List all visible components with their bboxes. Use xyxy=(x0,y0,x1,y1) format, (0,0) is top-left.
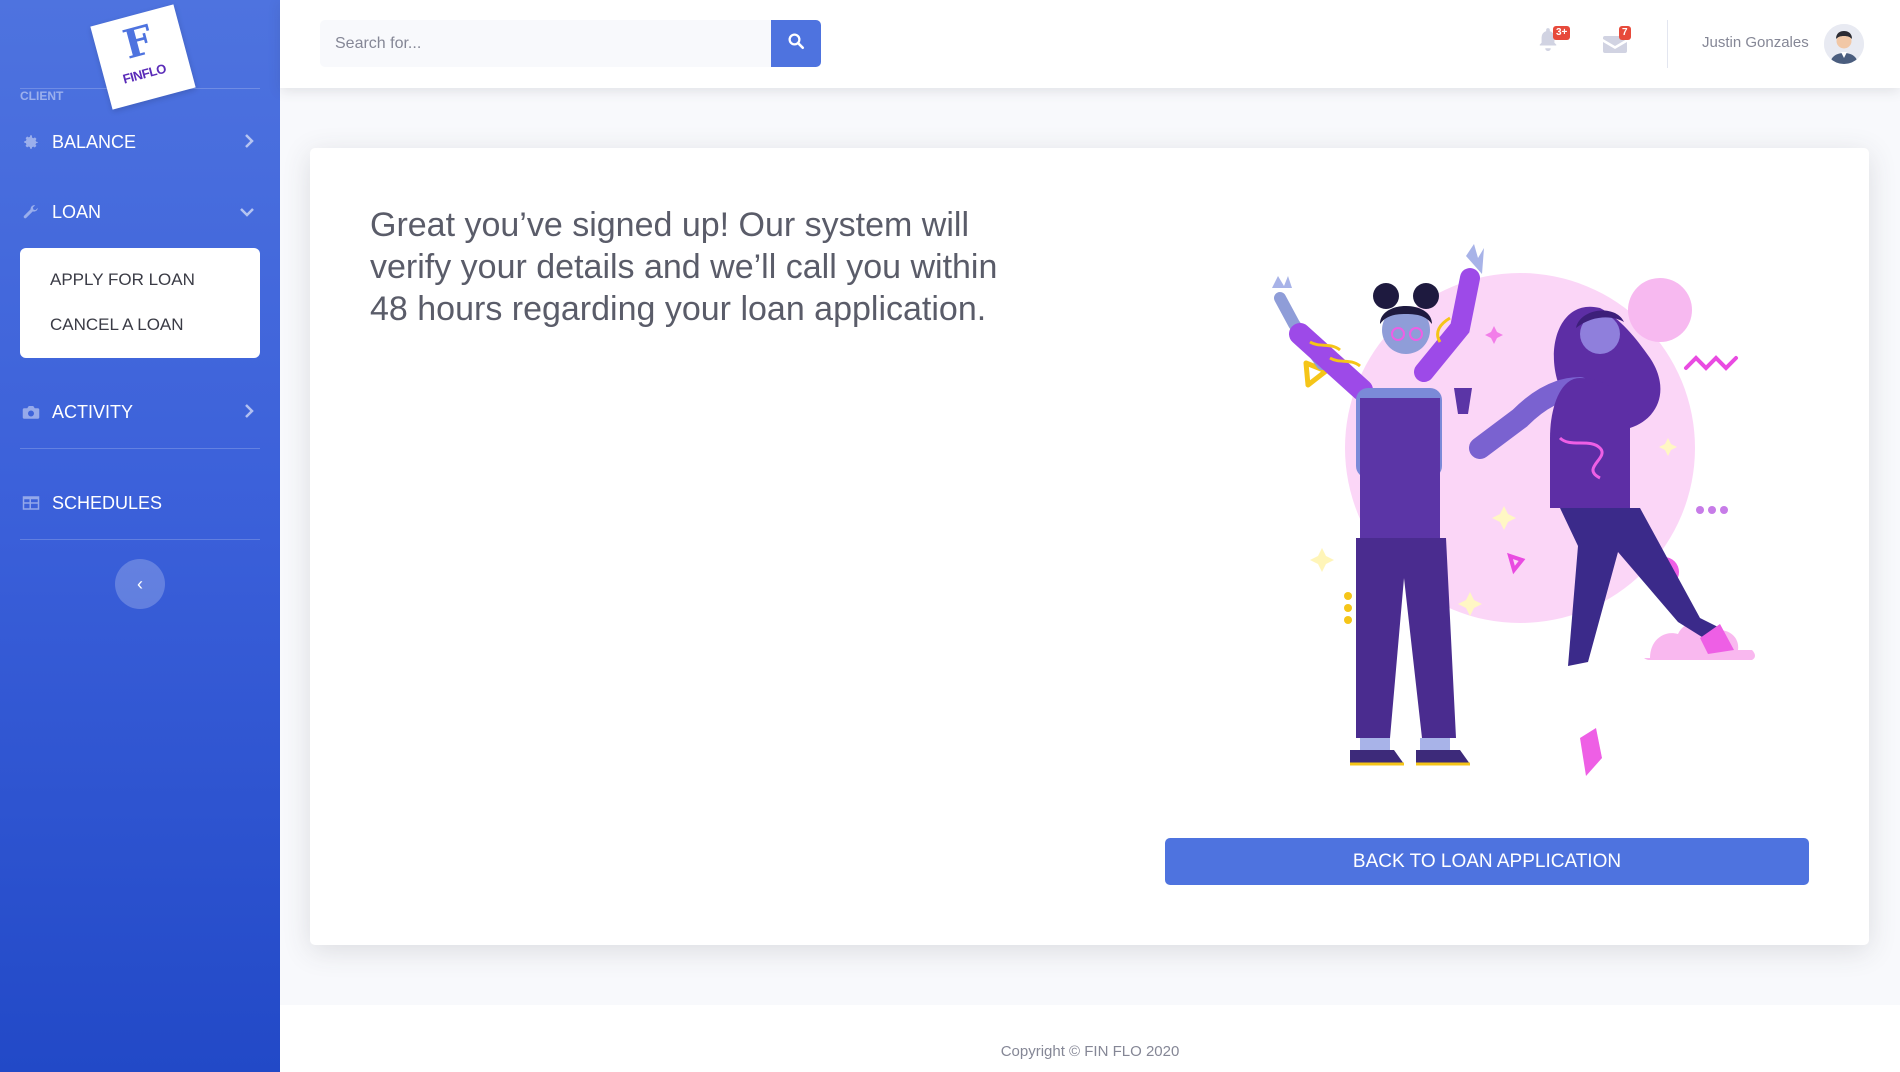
sidebar-item-label: ACTIVITY xyxy=(52,401,134,422)
copyright-text: Copyright © FIN FLO 2020 xyxy=(1000,1043,1180,1060)
alerts-button[interactable]: 3+ xyxy=(1537,26,1571,58)
sidebar-item-schedules[interactable]: SCHEDULES xyxy=(20,483,260,523)
search-input[interactable] xyxy=(320,20,772,67)
sidebar-item-balance[interactable]: BALANCE xyxy=(20,122,260,162)
search-icon xyxy=(787,32,805,55)
sidebar-item-label: BALANCE xyxy=(52,131,137,152)
messages-badge: 7 xyxy=(1619,26,1631,40)
sidebar-divider xyxy=(20,539,260,540)
signup-confirmation-message: Great you’ve signed up! Our system will … xyxy=(370,206,998,328)
search-button[interactable] xyxy=(771,20,821,67)
chevron-right-icon xyxy=(244,133,254,151)
sidebar: F FINFLO CLIENT BALANCE LOAN APPLY FOR L… xyxy=(0,0,280,1072)
topbar-divider xyxy=(1667,20,1668,68)
submenu-apply-for-loan[interactable]: APPLY FOR LOAN xyxy=(50,270,195,290)
camera-icon xyxy=(20,404,42,420)
sidebar-item-label: SCHEDULES xyxy=(52,492,163,513)
gear-icon xyxy=(20,133,42,151)
topbar: 3+ 7 Justin Gonzales xyxy=(280,0,1900,88)
user-name[interactable]: Justin Gonzales xyxy=(1702,34,1809,51)
alerts-badge: 3+ xyxy=(1553,26,1571,40)
brand-logo-letter: F xyxy=(118,15,159,69)
celebration-illustration xyxy=(1180,238,1820,818)
loan-submenu: APPLY FOR LOAN CANCEL A LOAN xyxy=(20,248,260,358)
sidebar-item-loan[interactable]: LOAN xyxy=(20,192,260,232)
sidebar-toggle-button[interactable]: ‹ xyxy=(115,559,165,609)
messages-button[interactable]: 7 xyxy=(1603,26,1633,58)
sidebar-heading: CLIENT xyxy=(20,89,64,103)
envelope-icon xyxy=(1603,36,1627,58)
chevron-right-icon xyxy=(244,403,254,421)
bell-icon xyxy=(1537,28,1559,56)
chevron-left-icon: ‹ xyxy=(137,573,143,594)
brand-logo[interactable]: F FINFLO xyxy=(90,4,196,110)
sidebar-divider xyxy=(20,448,260,449)
chevron-down-icon xyxy=(240,204,254,220)
wrench-icon xyxy=(20,203,42,221)
user-avatar[interactable] xyxy=(1824,24,1864,64)
table-icon xyxy=(20,495,42,511)
submenu-cancel-a-loan[interactable]: CANCEL A LOAN xyxy=(50,315,184,335)
sidebar-item-activity[interactable]: ACTIVITY xyxy=(20,392,260,432)
confirmation-card: Great you’ve signed up! Our system will … xyxy=(310,148,1869,945)
back-to-loan-application-button[interactable]: BACK TO LOAN APPLICATION xyxy=(1165,838,1809,885)
footer: Copyright © FIN FLO 2020 xyxy=(280,1005,1900,1072)
sidebar-item-label: LOAN xyxy=(52,201,102,222)
